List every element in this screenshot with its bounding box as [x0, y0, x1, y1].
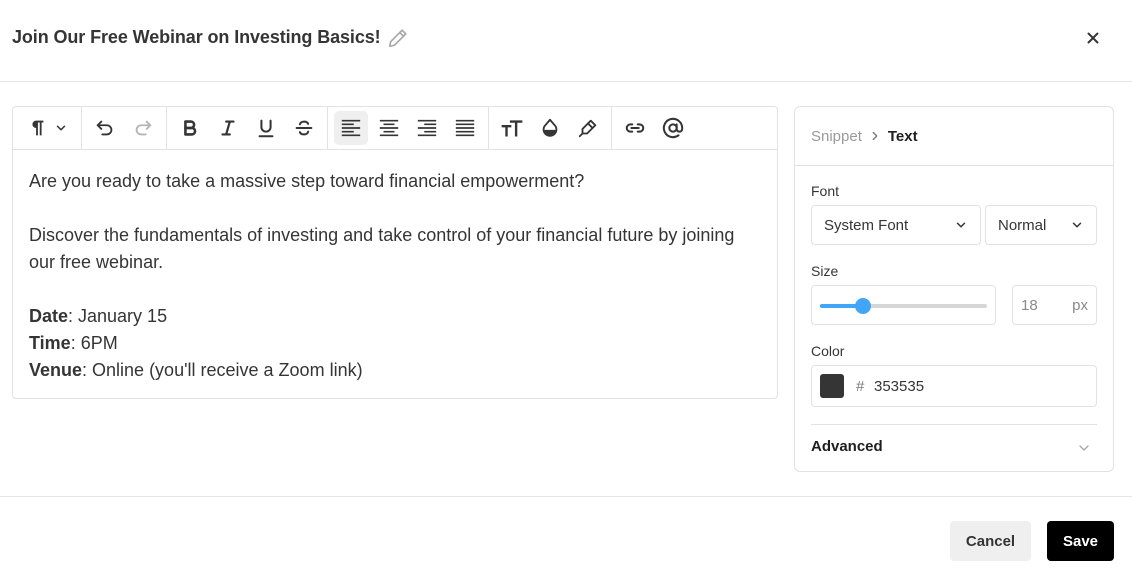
detail-time: Time: 6PM	[29, 330, 761, 357]
paragraph-intro: Are you ready to take a massive step tow…	[29, 171, 585, 191]
toolbar-group-history	[82, 107, 167, 149]
detail-venue: Venue: Online (you'll receive a Zoom lin…	[29, 357, 761, 384]
detail-value: : Online (you'll receive a Zoom link)	[82, 360, 363, 380]
toolbar-group-align	[328, 107, 489, 149]
align-left-button[interactable]	[334, 111, 368, 145]
font-weight-value: Normal	[998, 216, 1047, 234]
detail-label: Time	[29, 333, 71, 353]
size-label: Size	[811, 263, 839, 279]
close-icon	[1087, 32, 1099, 44]
pencil-icon[interactable]	[387, 27, 409, 49]
paragraph-icon	[32, 120, 44, 136]
empty-line	[29, 276, 761, 303]
detail-value: : 6PM	[70, 333, 118, 353]
link-icon	[625, 123, 645, 133]
strikethrough-icon	[295, 120, 313, 136]
italic-icon	[221, 120, 235, 136]
underline-icon	[258, 119, 274, 138]
highlight-button[interactable]	[571, 111, 605, 145]
align-justify-icon	[455, 119, 475, 137]
toolbar-group-format	[13, 107, 82, 149]
redo-icon	[135, 120, 152, 136]
highlight-icon	[578, 119, 597, 138]
chevron-down-icon	[956, 222, 966, 228]
chevron-down-icon	[56, 125, 66, 131]
mention-icon	[662, 117, 684, 139]
font-size-button[interactable]	[495, 111, 529, 145]
align-justify-button[interactable]	[448, 111, 482, 145]
link-button[interactable]	[618, 111, 652, 145]
slider-track[interactable]	[820, 298, 987, 314]
font-weight-select[interactable]: Normal	[985, 205, 1097, 245]
breadcrumb-text: Text	[887, 127, 918, 145]
cancel-button[interactable]: Cancel	[950, 521, 1031, 561]
close-button[interactable]	[1082, 27, 1104, 49]
size-value: 18	[1021, 297, 1038, 314]
breadcrumb-snippet[interactable]: Snippet	[811, 128, 862, 145]
size-slider[interactable]	[811, 285, 996, 325]
font-family-value: System Font	[824, 216, 909, 234]
color-input[interactable]: # 353535	[811, 365, 1097, 407]
snippet-title: Join Our Free Webinar on Investing Basic…	[12, 27, 381, 47]
detail-label: Venue	[29, 360, 83, 380]
undo-button[interactable]	[88, 111, 122, 145]
align-center-icon	[379, 119, 399, 137]
text-color-button[interactable]	[533, 111, 567, 145]
rich-text-editor: Are you ready to take a massive step tow…	[12, 106, 778, 399]
paragraph-format-button[interactable]	[19, 111, 75, 145]
toolbar-group-text	[489, 107, 612, 149]
divider	[811, 424, 1097, 425]
footer-divider	[0, 496, 1132, 497]
align-right-icon	[417, 119, 437, 137]
advanced-toggle[interactable]: Advanced	[811, 438, 883, 455]
chevron-right-icon	[868, 129, 882, 143]
size-input[interactable]: 18 px	[1012, 285, 1097, 325]
slider-thumb[interactable]	[855, 298, 872, 314]
editor-content[interactable]: Are you ready to take a massive step tow…	[13, 150, 777, 402]
align-right-button[interactable]	[410, 111, 444, 145]
color-swatch[interactable]	[820, 374, 844, 398]
color-label: Color	[811, 343, 845, 359]
font-family-select[interactable]: System Font	[811, 205, 981, 245]
hash-symbol: #	[856, 378, 865, 395]
chevron-down-icon	[1072, 222, 1082, 228]
size-unit: px	[1072, 297, 1088, 314]
align-left-icon	[341, 119, 361, 137]
empty-line	[29, 195, 761, 222]
toolbar-group-insert	[612, 107, 696, 149]
text-properties-panel: Snippet Text Font System Font Normal Siz…	[794, 106, 1114, 472]
detail-date: Date: January 15	[29, 303, 761, 330]
color-hex-value: 353535	[874, 378, 925, 395]
bold-icon	[184, 120, 197, 136]
strikethrough-button[interactable]	[287, 111, 321, 145]
italic-button[interactable]	[211, 111, 245, 145]
breadcrumb: Snippet Text	[795, 107, 1113, 166]
save-button[interactable]: Save	[1047, 521, 1114, 561]
dialog-header: Join Our Free Webinar on Investing Basic…	[0, 0, 1132, 82]
underline-button[interactable]	[249, 111, 283, 145]
text-color-icon	[542, 118, 558, 137]
paragraph-description: Discover the fundamentals of investing a…	[29, 225, 735, 272]
detail-value: : January 15	[68, 306, 168, 326]
redo-button[interactable]	[126, 111, 160, 145]
chevron-down-icon[interactable]	[1076, 440, 1092, 456]
editor-toolbar	[13, 107, 777, 150]
bold-button[interactable]	[173, 111, 207, 145]
font-size-icon	[501, 120, 523, 137]
font-label: Font	[811, 183, 840, 199]
align-center-button[interactable]	[372, 111, 406, 145]
detail-label: Date	[29, 306, 69, 326]
mention-button[interactable]	[656, 111, 690, 145]
undo-icon	[96, 120, 113, 136]
toolbar-group-style	[167, 107, 328, 149]
